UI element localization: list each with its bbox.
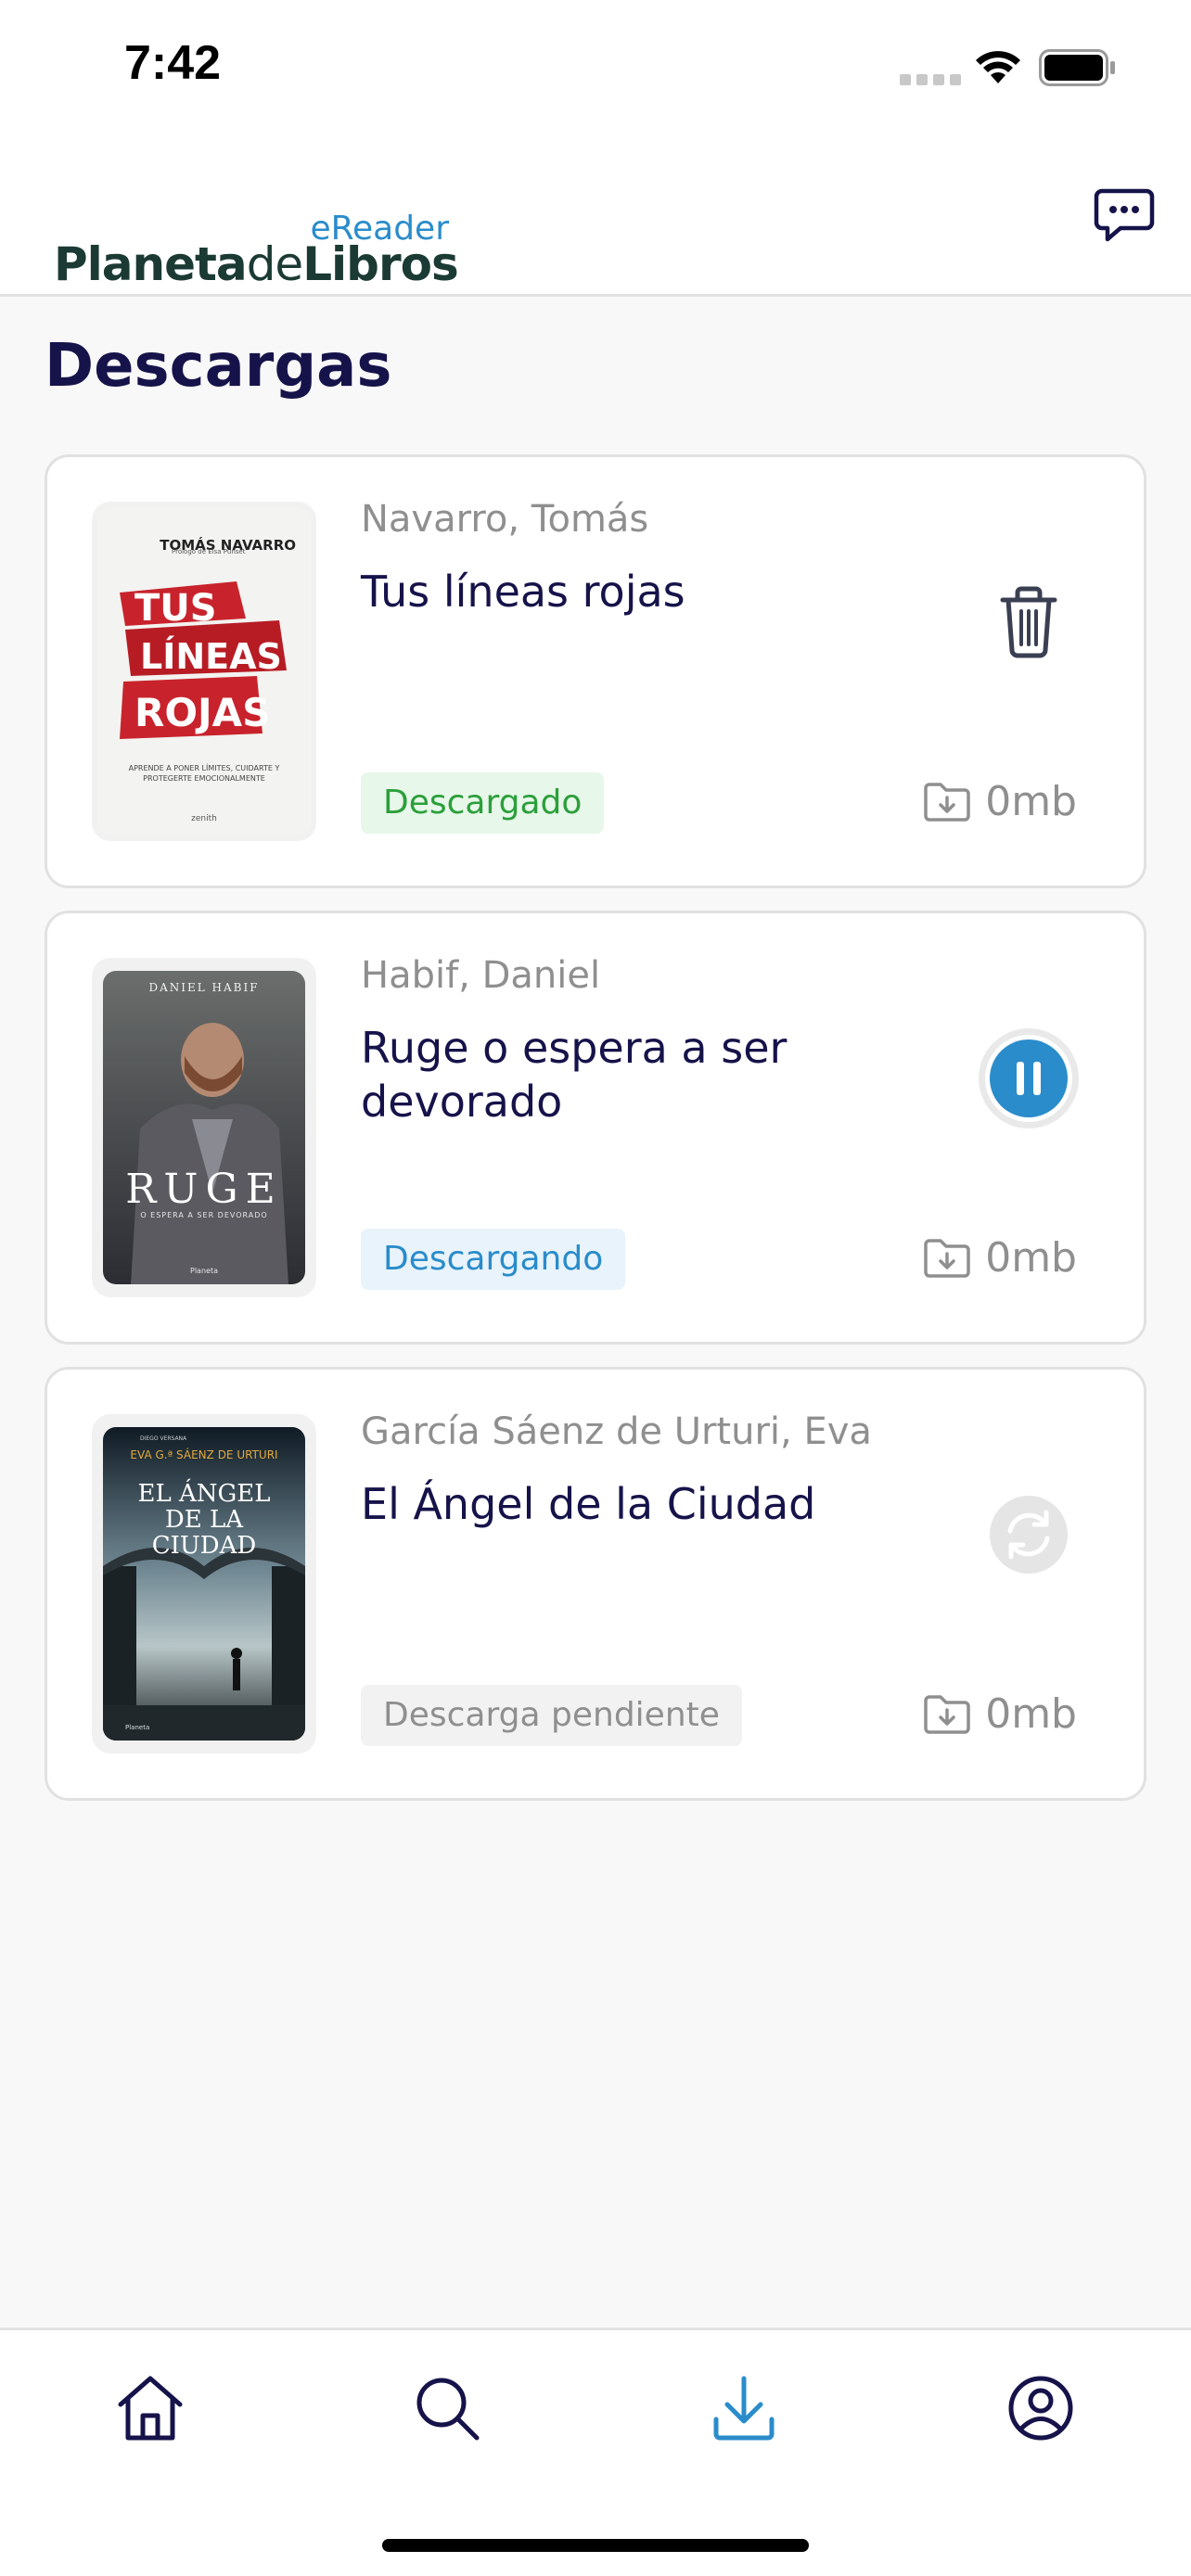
cellular-signal-icon (900, 74, 961, 85)
status-time: 7:42 (124, 36, 222, 90)
file-size: 0mb (922, 1234, 1077, 1282)
pause-icon (979, 1028, 1079, 1129)
cover-publisher: Planeta (190, 1267, 218, 1275)
book-cover[interactable]: DIEGO VERSANA EVA G.ª SÁENZ DE URTURI EL… (92, 1414, 316, 1753)
status-badge: Descargado (361, 772, 605, 834)
book-title: El Ángel de la Ciudad (361, 1479, 816, 1529)
book-cover-art: DIEGO VERSANA EVA G.ª SÁENZ DE URTURI EL… (103, 1427, 305, 1741)
file-size-value: 0mb (985, 778, 1077, 825)
file-size: 0mb (922, 778, 1077, 825)
book-cover[interactable]: Prólogo de Elsa Punset TOMÁS NAVARRO TUS… (92, 502, 316, 841)
status-badge: Descargando (361, 1229, 626, 1290)
page-title: Descargas (45, 332, 392, 401)
file-size: 0mb (922, 1690, 1077, 1738)
cover-author: DANIEL HABIF (148, 981, 259, 994)
cover-word-3: ROJAS (134, 690, 270, 735)
logo-part-planeta: Planeta (54, 237, 248, 291)
book-author: Habif, Daniel (361, 954, 601, 997)
download-card[interactable]: Prólogo de Elsa Punset TOMÁS NAVARRO TUS… (45, 454, 1146, 888)
cover-title-line-3: CIUDAD (152, 1532, 257, 1560)
file-size-value: 0mb (985, 1234, 1077, 1282)
logo-part-de: de (246, 237, 303, 291)
cover-title: RUGE (125, 1166, 282, 1213)
cover-title-line-1: EL ÁNGEL (137, 1478, 270, 1508)
retry-icon (990, 1496, 1068, 1574)
cover-word-1: TUS (134, 587, 217, 630)
cover-series: DIEGO VERSANA (140, 1435, 187, 1442)
cover-publisher: zenith (191, 814, 217, 823)
book-author: García Sáenz de Urturi, Eva (361, 1410, 872, 1453)
battery-icon (1039, 49, 1115, 86)
cover-author: TOMÁS NAVARRO (160, 536, 296, 554)
tab-home-icon[interactable] (113, 2371, 187, 2445)
book-cover[interactable]: DANIEL HABIF RUGE O ESPERA A SER DEVORAD… (92, 958, 316, 1297)
status-badge: Descarga pendiente (361, 1685, 742, 1746)
cover-word-2: LÍNEAS (140, 636, 282, 677)
delete-button[interactable] (975, 568, 1082, 676)
download-card[interactable]: DIEGO VERSANA EVA G.ª SÁENZ DE URTURI EL… (45, 1367, 1146, 1801)
book-cover-art: Prólogo de Elsa Punset TOMÁS NAVARRO TUS… (97, 507, 311, 835)
cover-subtitle: APRENDE A PONER LÍMITES, CUIDARTE Y PROT… (128, 764, 280, 783)
cover-title-line-2: DE LA (165, 1506, 244, 1534)
folder-download-icon (924, 782, 970, 822)
home-indicator[interactable] (382, 2539, 809, 2552)
book-title: Ruge o espera a ser devorado (361, 1023, 788, 1127)
book-author: Navarro, Tomás (361, 498, 649, 541)
file-size-value: 0mb (985, 1690, 1077, 1738)
cover-author: EVA G.ª SÁENZ DE URTURI (130, 1447, 277, 1461)
logo-wordmark: PlanetadeLibros (54, 237, 459, 291)
trash-icon (1000, 586, 1057, 658)
status-bar: 7:42 (0, 0, 1191, 139)
cover-publisher: Planeta (125, 1724, 149, 1731)
tab-search-icon[interactable] (410, 2371, 484, 2445)
tab-downloads-icon[interactable] (707, 2371, 781, 2445)
wifi-icon (976, 51, 1020, 83)
pause-download-button[interactable] (975, 1025, 1082, 1132)
logo-part-libros: Libros (302, 237, 459, 291)
retry-download-button[interactable] (975, 1481, 1082, 1588)
folder-download-icon (924, 1694, 970, 1734)
book-title: Tus líneas rojas (361, 567, 685, 617)
cover-subtitle: O ESPERA A SER DEVORADO (140, 1211, 267, 1219)
folder-download-icon (924, 1238, 970, 1278)
tab-profile-icon[interactable] (1004, 2371, 1078, 2445)
chat-icon[interactable] (1093, 184, 1156, 247)
book-cover-art: DANIEL HABIF RUGE O ESPERA A SER DEVORAD… (103, 971, 305, 1284)
app-header: eReader PlanetadeLibros (0, 139, 1191, 297)
download-card[interactable]: DANIEL HABIF RUGE O ESPERA A SER DEVORAD… (45, 911, 1146, 1345)
